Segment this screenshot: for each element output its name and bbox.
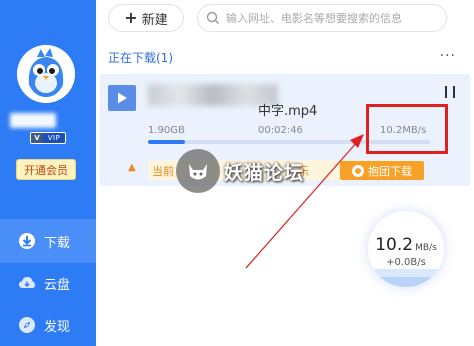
flame-icon: ▲: [128, 162, 136, 173]
sidebar-item-label: 云盘: [44, 277, 71, 293]
vip-badge: V VIP: [30, 132, 66, 144]
promo-text-start: 当前: [152, 165, 174, 178]
sidebar-item-download[interactable]: 下载: [0, 219, 96, 263]
gauge-wave: [368, 277, 444, 287]
speed-gauge: 10.2 MB/s +0.0B/s: [368, 211, 444, 287]
downloading-section-header: 正在下载(1) ···: [96, 42, 474, 72]
section-title: 正在下载(1): [108, 51, 173, 65]
search-input[interactable]: [226, 11, 436, 25]
cloud-icon: [18, 274, 36, 292]
annotation-highlight-box: [366, 104, 448, 154]
new-task-button[interactable]: + 新建: [108, 4, 184, 32]
progress-fill: [148, 140, 185, 144]
plus-icon: +: [124, 8, 138, 27]
watermark: 妖猫论坛: [176, 148, 336, 194]
more-icon[interactable]: ···: [440, 48, 456, 64]
play-icon: [118, 92, 127, 104]
sidebar-item-discover[interactable]: 发现: [0, 303, 96, 346]
compass-icon: [18, 316, 36, 334]
username-redacted: [10, 113, 56, 128]
pause-icon[interactable]: [445, 86, 455, 98]
vip-letter: V: [31, 133, 43, 143]
file-name: 中字.mp4: [258, 104, 318, 119]
open-vip-button[interactable]: 开通会员: [16, 159, 76, 180]
file-size: 1.90GB: [148, 125, 185, 136]
vip-label: VIP: [47, 134, 61, 142]
group-download-button[interactable]: 抱团下载: [340, 161, 424, 180]
watermark-text: 妖猫论坛: [224, 161, 305, 184]
avatar[interactable]: [17, 45, 75, 103]
sidebar-item-label: 发现: [44, 319, 71, 335]
group-download-label: 抱团下载: [368, 164, 412, 178]
sidebar-item-cloud[interactable]: 云盘: [0, 261, 96, 305]
new-task-label: 新建: [141, 12, 168, 28]
gauge-speed-value: 10.2: [375, 235, 414, 255]
gauge-upload-speed: +0.0B/s: [386, 257, 426, 268]
sidebar: V VIP 开通会员 下载 云盘 发现: [0, 0, 96, 346]
play-button[interactable]: [108, 85, 136, 111]
download-icon: [18, 232, 36, 250]
search-icon: [206, 11, 220, 25]
group-icon: [352, 164, 364, 177]
gauge-speed-unit: MB/s: [415, 243, 437, 253]
elapsed-time: 00:02:46: [258, 125, 303, 136]
search-box[interactable]: [197, 4, 447, 32]
cat-logo-icon: [176, 149, 220, 193]
mascot-bird-icon: [17, 45, 75, 103]
sidebar-item-label: 下载: [44, 235, 71, 251]
